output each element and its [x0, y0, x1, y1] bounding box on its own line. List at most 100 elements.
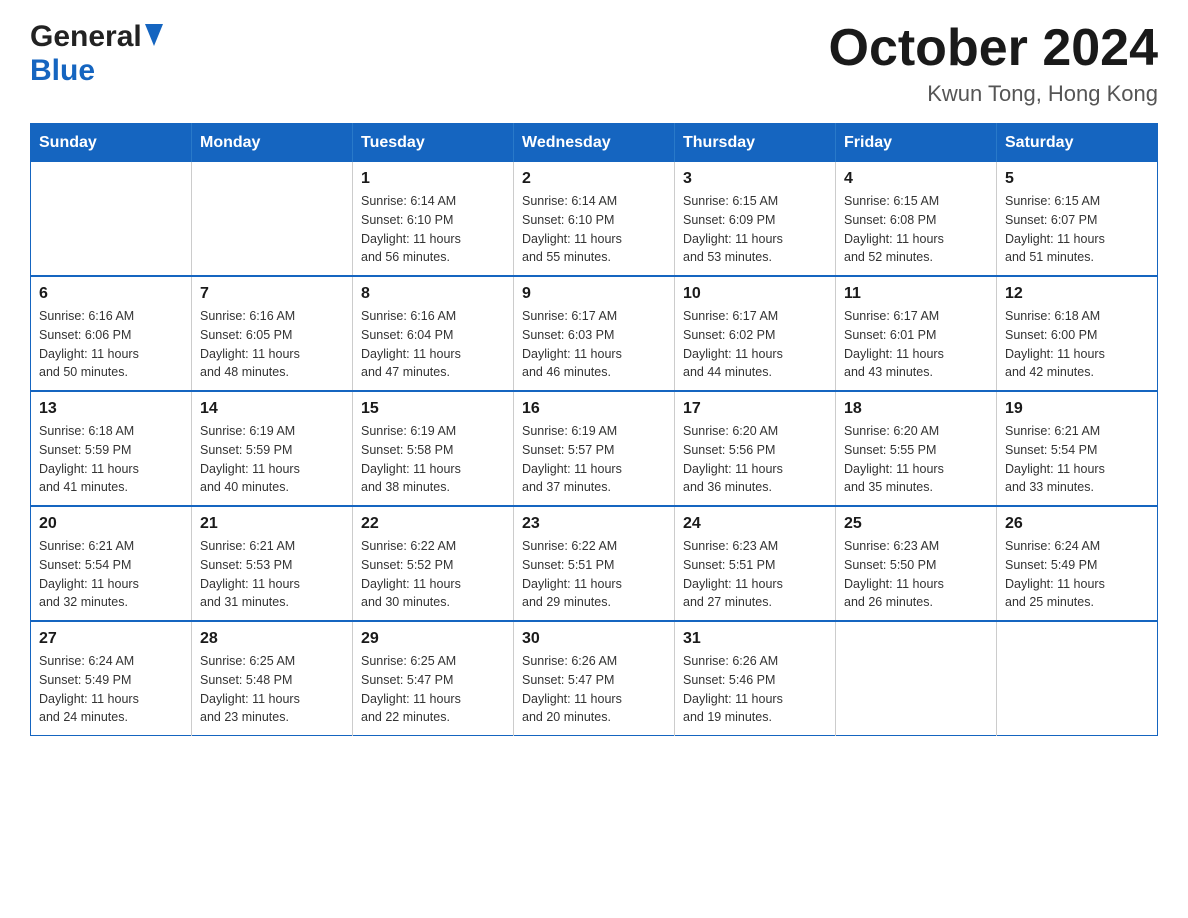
day-of-week-monday: Monday [192, 124, 353, 163]
day-number: 20 [39, 515, 183, 533]
day-of-week-friday: Friday [836, 124, 997, 163]
title-block: October 2024 Kwun Tong, Hong Kong [829, 20, 1159, 107]
day-info: Sunrise: 6:20 AMSunset: 5:55 PMDaylight:… [844, 422, 988, 497]
calendar-cell: 15 Sunrise: 6:19 AMSunset: 5:58 PMDayligh… [353, 391, 514, 506]
day-info: Sunrise: 6:26 AMSunset: 5:46 PMDaylight:… [683, 652, 827, 727]
logo-general-text: General [30, 20, 142, 54]
day-info: Sunrise: 6:24 AMSunset: 5:49 PMDaylight:… [1005, 537, 1149, 612]
calendar-cell: 2Sunrise: 6:14 AMSunset: 6:10 PMDaylight… [514, 162, 675, 276]
calendar-cell: 10 Sunrise: 6:17 AMSunset: 6:02 PMDayligh… [675, 276, 836, 391]
day-number: 12 [1005, 285, 1149, 303]
day-info: Sunrise: 6:24 AMSunset: 5:49 PMDaylight:… [39, 652, 183, 727]
day-number: 30 [522, 630, 666, 648]
calendar-cell: 17 Sunrise: 6:20 AMSunset: 5:56 PMDayligh… [675, 391, 836, 506]
day-info: Sunrise: 6:19 AMSunset: 5:58 PMDaylight:… [361, 422, 505, 497]
day-info: Sunrise: 6:19 AMSunset: 5:57 PMDaylight:… [522, 422, 666, 497]
day-number: 22 [361, 515, 505, 533]
day-number: 23 [522, 515, 666, 533]
day-of-week-wednesday: Wednesday [514, 124, 675, 163]
day-info: Sunrise: 6:21 AMSunset: 5:54 PMDaylight:… [39, 537, 183, 612]
day-of-week-tuesday: Tuesday [353, 124, 514, 163]
calendar-cell: 7 Sunrise: 6:16 AMSunset: 6:05 PMDaylight… [192, 276, 353, 391]
calendar-table: SundayMondayTuesdayWednesdayThursdayFrid… [30, 123, 1158, 736]
calendar-cell: 16 Sunrise: 6:19 AMSunset: 5:57 PMDayligh… [514, 391, 675, 506]
calendar-cell: 20 Sunrise: 6:21 AMSunset: 5:54 PMDayligh… [31, 506, 192, 621]
calendar-cell: 22 Sunrise: 6:22 AMSunset: 5:52 PMDayligh… [353, 506, 514, 621]
day-info: Sunrise: 6:21 AMSunset: 5:54 PMDaylight:… [1005, 422, 1149, 497]
day-of-week-thursday: Thursday [675, 124, 836, 163]
day-info: Sunrise: 6:18 AMSunset: 6:00 PMDaylight:… [1005, 307, 1149, 382]
calendar-cell [997, 621, 1158, 736]
calendar-cell: 3 Sunrise: 6:15 AMSunset: 6:09 PMDaylight… [675, 162, 836, 276]
day-number: 17 [683, 400, 827, 418]
day-number: 7 [200, 285, 344, 303]
day-info: Sunrise: 6:14 AMSunset: 6:10 PMDaylight:… [522, 192, 666, 267]
day-number: 10 [683, 285, 827, 303]
day-number: 15 [361, 400, 505, 418]
day-info: Sunrise: 6:15 AMSunset: 6:09 PMDaylight:… [683, 192, 827, 267]
calendar-cell: 30 Sunrise: 6:26 AMSunset: 5:47 PMDayligh… [514, 621, 675, 736]
logo-arrow-icon [145, 24, 163, 51]
day-info: Sunrise: 6:21 AMSunset: 5:53 PMDaylight:… [200, 537, 344, 612]
calendar-cell: 19 Sunrise: 6:21 AMSunset: 5:54 PMDayligh… [997, 391, 1158, 506]
calendar-body: 1Sunrise: 6:14 AMSunset: 6:10 PMDaylight… [31, 162, 1158, 736]
day-number: 9 [522, 285, 666, 303]
day-number: 28 [200, 630, 344, 648]
day-info: Sunrise: 6:15 AMSunset: 6:07 PMDaylight:… [1005, 192, 1149, 267]
day-number: 8 [361, 285, 505, 303]
day-number: 5 [1005, 170, 1149, 188]
day-number: 24 [683, 515, 827, 533]
day-info: Sunrise: 6:20 AMSunset: 5:56 PMDaylight:… [683, 422, 827, 497]
days-of-week-row: SundayMondayTuesdayWednesdayThursdayFrid… [31, 124, 1158, 163]
day-number: 18 [844, 400, 988, 418]
day-info: Sunrise: 6:18 AMSunset: 5:59 PMDaylight:… [39, 422, 183, 497]
calendar-cell: 14Sunrise: 6:19 AMSunset: 5:59 PMDayligh… [192, 391, 353, 506]
logo-blue-text: Blue [30, 54, 95, 87]
page-header: General Blue October 2024 Kwun Tong, Hon… [30, 20, 1158, 107]
calendar-cell: 12 Sunrise: 6:18 AMSunset: 6:00 PMDayligh… [997, 276, 1158, 391]
day-number: 25 [844, 515, 988, 533]
calendar-week-row: 6 Sunrise: 6:16 AMSunset: 6:06 PMDaylight… [31, 276, 1158, 391]
day-number: 6 [39, 285, 183, 303]
calendar-cell: 21 Sunrise: 6:21 AMSunset: 5:53 PMDayligh… [192, 506, 353, 621]
day-info: Sunrise: 6:26 AMSunset: 5:47 PMDaylight:… [522, 652, 666, 727]
day-number: 16 [522, 400, 666, 418]
day-info: Sunrise: 6:23 AMSunset: 5:50 PMDaylight:… [844, 537, 988, 612]
calendar-cell: 26Sunrise: 6:24 AMSunset: 5:49 PMDayligh… [997, 506, 1158, 621]
day-info: Sunrise: 6:22 AMSunset: 5:51 PMDaylight:… [522, 537, 666, 612]
calendar-cell: 27Sunrise: 6:24 AMSunset: 5:49 PMDayligh… [31, 621, 192, 736]
logo: General Blue [30, 20, 163, 88]
calendar-week-row: 27Sunrise: 6:24 AMSunset: 5:49 PMDayligh… [31, 621, 1158, 736]
day-info: Sunrise: 6:16 AMSunset: 6:06 PMDaylight:… [39, 307, 183, 382]
day-info: Sunrise: 6:15 AMSunset: 6:08 PMDaylight:… [844, 192, 988, 267]
calendar-cell: 1Sunrise: 6:14 AMSunset: 6:10 PMDaylight… [353, 162, 514, 276]
day-number: 21 [200, 515, 344, 533]
day-info: Sunrise: 6:19 AMSunset: 5:59 PMDaylight:… [200, 422, 344, 497]
day-info: Sunrise: 6:22 AMSunset: 5:52 PMDaylight:… [361, 537, 505, 612]
day-info: Sunrise: 6:17 AMSunset: 6:02 PMDaylight:… [683, 307, 827, 382]
calendar-cell: 31Sunrise: 6:26 AMSunset: 5:46 PMDayligh… [675, 621, 836, 736]
calendar-cell [192, 162, 353, 276]
calendar-week-row: 1Sunrise: 6:14 AMSunset: 6:10 PMDaylight… [31, 162, 1158, 276]
day-of-week-saturday: Saturday [997, 124, 1158, 163]
day-info: Sunrise: 6:17 AMSunset: 6:03 PMDaylight:… [522, 307, 666, 382]
day-number: 11 [844, 285, 988, 303]
calendar-cell: 28 Sunrise: 6:25 AMSunset: 5:48 PMDayligh… [192, 621, 353, 736]
day-number: 3 [683, 170, 827, 188]
day-info: Sunrise: 6:25 AMSunset: 5:48 PMDaylight:… [200, 652, 344, 727]
calendar-cell: 29 Sunrise: 6:25 AMSunset: 5:47 PMDayligh… [353, 621, 514, 736]
day-info: Sunrise: 6:16 AMSunset: 6:05 PMDaylight:… [200, 307, 344, 382]
day-info: Sunrise: 6:14 AMSunset: 6:10 PMDaylight:… [361, 192, 505, 267]
day-number: 19 [1005, 400, 1149, 418]
day-number: 4 [844, 170, 988, 188]
calendar-cell: 8Sunrise: 6:16 AMSunset: 6:04 PMDaylight… [353, 276, 514, 391]
calendar-cell: 25 Sunrise: 6:23 AMSunset: 5:50 PMDayligh… [836, 506, 997, 621]
calendar-cell: 11Sunrise: 6:17 AMSunset: 6:01 PMDayligh… [836, 276, 997, 391]
day-number: 29 [361, 630, 505, 648]
calendar-cell: 18 Sunrise: 6:20 AMSunset: 5:55 PMDayligh… [836, 391, 997, 506]
location-text: Kwun Tong, Hong Kong [829, 81, 1159, 107]
day-info: Sunrise: 6:25 AMSunset: 5:47 PMDaylight:… [361, 652, 505, 727]
month-title: October 2024 [829, 20, 1159, 77]
calendar-cell: 5 Sunrise: 6:15 AMSunset: 6:07 PMDaylight… [997, 162, 1158, 276]
calendar-cell: 24Sunrise: 6:23 AMSunset: 5:51 PMDayligh… [675, 506, 836, 621]
